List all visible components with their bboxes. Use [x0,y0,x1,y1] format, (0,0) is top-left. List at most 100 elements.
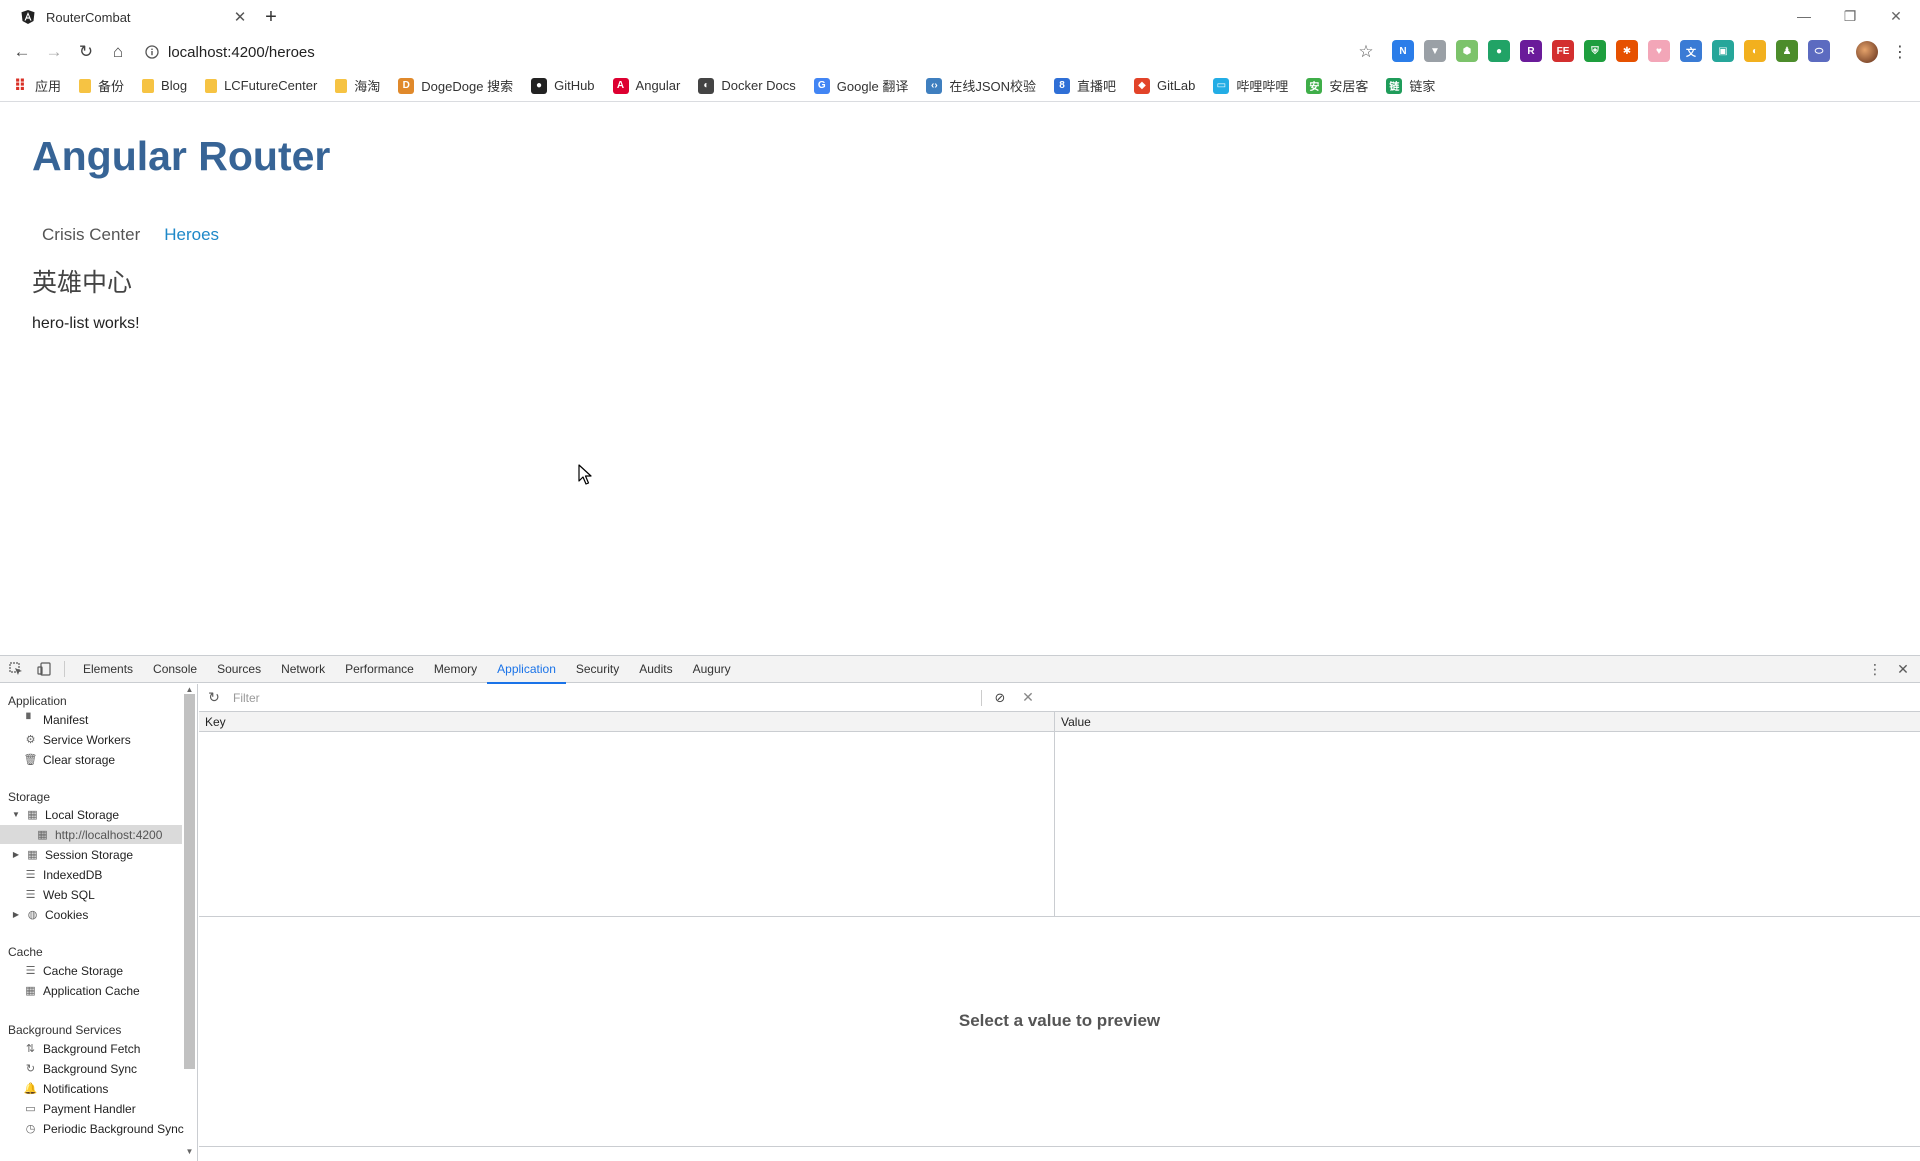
sidebar-item-session-storage[interactable]: ▶ ▦ Session Storage [12,845,133,864]
puzzle-icon[interactable]: ✱ [1616,40,1638,62]
sidebar-item-payment-handler[interactable]: ▭ Payment Handler [24,1099,135,1118]
shield-icon[interactable]: ⛨ [1584,40,1606,62]
reload-icon[interactable]: ↻ [73,40,99,64]
bookmark-item[interactable]: 链链家 [1386,76,1435,95]
bookmark-item[interactable]: D DogeDoge 搜索 [398,76,513,95]
inspect-element-icon[interactable] [4,657,28,681]
sidebar-item-manifest[interactable]: ▘ Manifest [24,710,88,729]
back-icon[interactable]: ← [9,40,35,64]
fe-helper-icon[interactable]: FE [1552,40,1574,62]
bookmark-item[interactable]: 8 直播吧 [1054,76,1116,95]
cat-icon[interactable]: ♥ [1648,40,1670,62]
new-badge-icon[interactable]: N [1392,40,1414,62]
minimize-window-icon[interactable]: — [1786,2,1822,30]
person-icon[interactable]: ♟ [1776,40,1798,62]
nav-link-crisis-center[interactable]: Crisis Center [30,221,152,249]
key-column-header[interactable]: Key [199,712,226,732]
r-icon[interactable]: R [1520,40,1542,62]
sidebar-item-cache-storage[interactable]: ☰ Cache Storage [24,961,124,980]
sidebar-item-web-sql[interactable]: ☰ Web SQL [24,885,95,904]
green-dot-icon[interactable]: ● [1488,40,1510,62]
sidebar-item-cookies[interactable]: ▶ ◍ Cookies [12,905,88,924]
sidebar-item-clear-storage[interactable]: 🗑 Clear storage [24,750,116,769]
site-info-icon[interactable] [144,44,160,60]
sidebar-item-periodic-background-sync[interactable]: ◷ Periodic Background Sync [24,1119,184,1138]
vue-devtools-icon[interactable]: ▼ [1424,40,1446,62]
clear-all-icon[interactable]: ⊘ [988,686,1012,710]
devtools-tab-application[interactable]: Application [487,656,566,684]
preview-placeholder-text: Select a value to preview [958,1011,1161,1030]
devtools-tab-augury[interactable]: Augury [683,656,741,683]
bookmark-item[interactable]: ● GitHub [531,77,595,94]
bookmark-item[interactable]: ⠿ 应用 [12,76,61,95]
toggle-icon[interactable]: ⬭ [1808,40,1830,62]
devtools-tab-audits[interactable]: Audits [629,656,682,683]
bookmark-item[interactable]: 海淘 [335,76,380,95]
new-tab-icon[interactable]: + [260,6,282,28]
node-icon[interactable]: ⬢ [1456,40,1478,62]
restore-window-icon[interactable]: ❐ [1832,2,1868,30]
sidebar-item-notifications[interactable]: 🔔 Notifications [24,1079,109,1098]
sidebar-item-label: Local Storage [45,807,120,822]
bookmark-star-icon[interactable]: ☆ [1355,41,1377,63]
device-toolbar-icon[interactable] [32,657,56,681]
gear-icon: ⚙ [25,734,36,746]
devtools-tab-sources[interactable]: Sources [207,656,271,683]
devtools-tab-network[interactable]: Network [271,656,335,683]
forward-icon[interactable]: → [41,40,67,64]
bookmark-item[interactable]: ◐ Docker Docs [698,77,796,94]
devtools-tab-performance[interactable]: Performance [335,656,424,683]
scroll-down-icon[interactable]: ▼ [184,1146,195,1156]
bookmark-item[interactable]: ▭ 哔哩哔哩 [1213,76,1288,95]
browser-tab[interactable]: RouterCombat ✕ [12,0,250,34]
profile-avatar[interactable] [1856,41,1878,63]
devtools-tab-memory[interactable]: Memory [424,656,487,683]
bookmark-item[interactable]: G Google 翻译 [813,76,908,95]
bookmark-item[interactable]: 安安居客 [1306,76,1368,95]
column-divider[interactable] [1054,712,1055,917]
home-icon[interactable]: ⌂ [105,40,131,64]
address-bar[interactable]: localhost:4200/heroes [144,39,1374,65]
folder-icon [335,78,348,93]
devtools-tab-console[interactable]: Console [143,656,207,683]
bookmark-item[interactable]: A Angular [612,77,680,94]
devtools-tab-elements[interactable]: Elements [73,656,143,683]
sidebar-item-application-cache[interactable]: ▦ Application Cache [24,981,139,1000]
moon-icon[interactable]: ◐ [1744,40,1766,62]
sidebar-item-background-sync[interactable]: ↻ Background Sync [24,1059,137,1078]
refresh-icon[interactable]: ↻ [201,685,227,711]
bookmark-item[interactable]: ‹› 在线JSON校验 [926,76,1036,95]
devtools-menu-icon[interactable]: ⋮ [1864,658,1886,680]
close-devtools-icon[interactable]: ✕ [1892,658,1914,680]
close-window-icon[interactable]: ✕ [1878,2,1914,30]
bookmark-item[interactable]: LCFutureCenter [205,78,317,93]
filter-input[interactable] [227,687,967,708]
value-column-header[interactable]: Value [1055,712,1091,732]
sidebar-item-background-fetch[interactable]: ⇅ Background Fetch [24,1039,141,1058]
expanded-triangle-icon[interactable]: ▼ [12,810,20,819]
devtools-tab-security[interactable]: Security [566,656,629,683]
sidebar-item-localhost-4200[interactable]: ▦ http://localhost:4200 [0,825,182,844]
bookmark-item[interactable]: 备份 [79,76,124,95]
bookmark-label: 应用 [35,79,62,94]
bookmark-item[interactable]: Blog [142,78,187,93]
sidebar-section-application: Application [8,694,67,708]
sidebar-item-service-workers[interactable]: ⚙ Service Workers [24,730,131,749]
sidebar-section-background-services: Background Services [8,1023,122,1037]
translate-icon[interactable]: 文 [1680,40,1702,62]
sidebar-item-label: Cache Storage [43,963,124,978]
collapsed-triangle-icon[interactable]: ▶ [12,910,20,919]
close-tab-icon[interactable]: ✕ [230,7,250,27]
scroll-up-icon[interactable]: ▲ [184,684,195,694]
sidebar-item-local-storage[interactable]: ▼ ▦ Local Storage [12,805,119,824]
bookmark-label: 链家 [1409,79,1436,94]
sidebar-scrollbar[interactable] [184,694,195,1069]
nav-link-heroes[interactable]: Heroes [152,221,231,249]
delete-selected-icon[interactable]: ✕ [1016,686,1040,710]
bookmark-label: GitLab [1157,78,1196,93]
screenshot-icon[interactable]: ▣ [1712,40,1734,62]
bookmark-item[interactable]: ◆ GitLab [1134,77,1196,94]
browser-menu-icon[interactable]: ⋮ [1890,40,1910,64]
collapsed-triangle-icon[interactable]: ▶ [12,850,20,859]
sidebar-item-indexeddb[interactable]: ☰ IndexedDB [24,865,103,884]
